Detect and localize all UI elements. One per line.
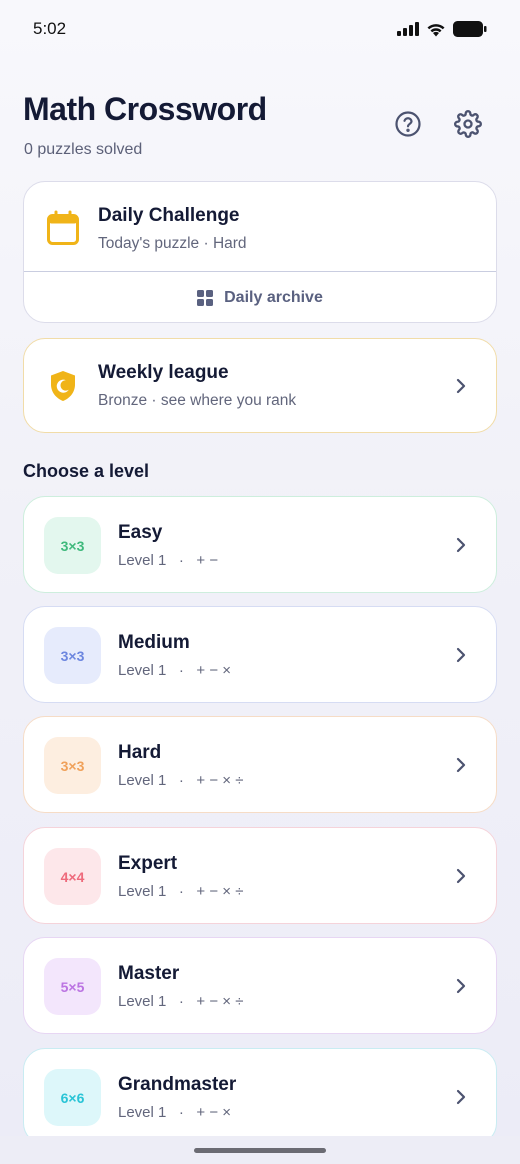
operators: + − × ÷ <box>196 883 244 900</box>
status-bar: 5:02 <box>0 0 520 60</box>
chevron-right-icon <box>454 535 468 555</box>
battery-icon <box>453 21 487 37</box>
weekly-league-title: Weekly league <box>98 362 229 383</box>
app-screen: 5:02 Math Crossword 0 puzzles solved Dai… <box>0 0 520 1164</box>
chevron-right-icon <box>454 645 468 665</box>
level-meta: Level 1 · + − × ÷ <box>118 883 243 900</box>
level-name: Medium <box>118 632 190 653</box>
level-name: Grandmaster <box>118 1074 237 1095</box>
level-meta: Level 1 · + − × ÷ <box>118 772 243 789</box>
level-meta: Level 1 · + − <box>118 552 218 569</box>
section-title: Choose a level <box>23 461 150 481</box>
chevron-right-icon <box>454 866 468 886</box>
grid-size-badge: 4×4 <box>44 848 101 905</box>
status-icons <box>397 21 487 37</box>
level-number: Level 1 <box>118 883 167 900</box>
chevron-right-icon <box>454 376 468 396</box>
level-number: Level 1 <box>118 662 167 679</box>
level-card-master[interactable]: 5×5 Master Level 1 · + − × ÷ <box>23 937 497 1034</box>
weekly-league-subtitle: Bronze · see where you rank <box>98 392 297 409</box>
gear-icon <box>454 110 482 138</box>
grid-size-badge: 3×3 <box>44 737 101 794</box>
level-meta: Level 1 · + − × <box>118 1104 231 1121</box>
level-meta: Level 1 · + − × ÷ <box>118 993 243 1010</box>
level-card-grandmaster[interactable]: 6×6 Grandmaster Level 1 · + − × <box>23 1048 497 1145</box>
operators: + − <box>196 552 219 569</box>
level-name: Expert <box>118 853 178 874</box>
grid-size-badge: 6×6 <box>44 1069 101 1126</box>
help-circle-icon <box>395 111 421 137</box>
grid-icon <box>197 290 214 306</box>
daily-challenge-card: Daily Challenge Today's puzzle · Hard Da… <box>23 181 497 323</box>
level-number: Level 1 <box>118 552 167 569</box>
level-meta: Level 1 · + − × <box>118 662 231 679</box>
level-number: Level 1 <box>118 772 167 789</box>
daily-archive-button[interactable]: Daily archive <box>24 272 496 322</box>
status-time: 5:02 <box>33 19 67 38</box>
grid-size-badge: 3×3 <box>44 627 101 684</box>
help-button[interactable] <box>390 106 426 142</box>
level-name: Master <box>118 963 180 984</box>
operators: + − × ÷ <box>196 772 244 789</box>
level-name: Easy <box>118 522 163 543</box>
weekly-league-card[interactable]: Weekly league Bronze · see where you ran… <box>23 338 497 433</box>
operators: + − × <box>196 1104 232 1121</box>
page-title: Math Crossword <box>23 91 267 127</box>
settings-button[interactable] <box>450 106 486 142</box>
grid-size-badge: 3×3 <box>44 517 101 574</box>
wifi-icon <box>427 23 445 36</box>
cellular-signal-icon <box>397 22 419 36</box>
grid-size-badge: 5×5 <box>44 958 101 1015</box>
daily-archive-label: Daily archive <box>224 289 323 306</box>
level-number: Level 1 <box>118 1104 167 1121</box>
puzzles-solved-count: 0 puzzles solved <box>24 141 143 158</box>
daily-challenge-button[interactable]: Daily Challenge Today's puzzle · Hard <box>24 182 496 272</box>
level-name: Hard <box>118 742 162 763</box>
operators: + − × ÷ <box>196 993 244 1010</box>
chevron-right-icon <box>454 755 468 775</box>
chevron-right-icon <box>454 976 468 996</box>
level-number: Level 1 <box>118 993 167 1010</box>
daily-challenge-title: Daily Challenge <box>98 205 240 226</box>
calendar-icon <box>44 209 82 247</box>
level-card-easy[interactable]: 3×3 Easy Level 1 · + − <box>23 496 497 593</box>
level-card-expert[interactable]: 4×4 Expert Level 1 · + − × ÷ <box>23 827 497 924</box>
shield-moon-icon <box>44 367 82 405</box>
level-card-medium[interactable]: 3×3 Medium Level 1 · + − × <box>23 606 497 703</box>
home-indicator[interactable] <box>194 1148 326 1153</box>
chevron-right-icon <box>454 1087 468 1107</box>
level-card-hard[interactable]: 3×3 Hard Level 1 · + − × ÷ <box>23 716 497 813</box>
operators: + − × <box>196 662 232 679</box>
daily-challenge-subtitle: Today's puzzle · Hard <box>98 235 247 252</box>
